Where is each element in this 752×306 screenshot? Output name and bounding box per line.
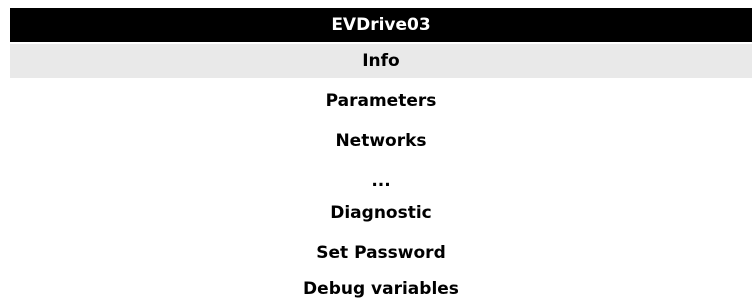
menu-item-parameters[interactable]: Parameters (10, 84, 752, 118)
menu-item-diagnostic[interactable]: Diagnostic (10, 196, 752, 230)
menu-item-ellipsis[interactable]: ... (10, 164, 752, 198)
menu-title-bar: EVDrive03 (10, 8, 752, 42)
menu-item-networks[interactable]: Networks (10, 124, 752, 158)
menu-item-debug-variables[interactable]: Debug variables (10, 272, 752, 306)
menu-item-label: ... (371, 171, 391, 191)
menu-item-label: Parameters (325, 91, 437, 111)
menu-item-info[interactable]: Info (10, 44, 752, 78)
menu-item-label: Set Password (316, 243, 446, 263)
menu-item-label: Networks (335, 131, 427, 151)
menu-item-set-password[interactable]: Set Password (10, 236, 752, 270)
menu-title: EVDrive03 (331, 15, 431, 35)
device-menu: EVDrive03 Info Parameters Networks ... D… (0, 0, 752, 306)
menu-item-label: Debug variables (303, 279, 459, 299)
menu-item-label: Diagnostic (330, 203, 432, 223)
menu-item-label: Info (362, 51, 400, 71)
